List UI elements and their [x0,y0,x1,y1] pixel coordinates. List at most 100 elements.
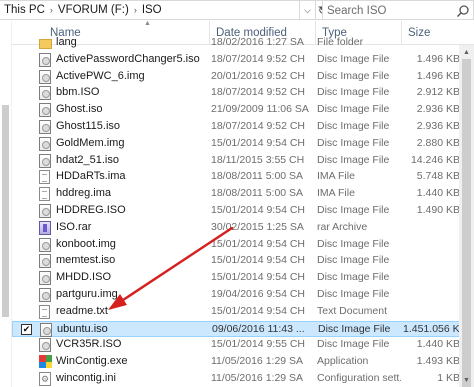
file-list: lang 18/02/2016 1:27 SA File folder ActiveP… [12,30,474,387]
file-size: 2.936 KB [416,103,460,116]
file-row[interactable]: ISO.rar 30/02/2015 1:25 SA rar Archive [12,220,474,236]
file-row[interactable]: readme.txt 15/01/2014 9:54 CH Text Documen… [12,304,474,320]
row-checkbox-checked[interactable]: ✔ [21,323,32,335]
file-type: rar Archive [317,220,368,233]
file-type: Configuration sett... [317,372,401,384]
file-list-scrollbar[interactable]: ▲ ▼ [459,45,474,387]
file-row[interactable]: bbm.ISO 18/07/2014 9:52 CH Disc Image File… [12,85,474,101]
file-size: 1.451.056 KB [403,322,467,335]
file-type: Disc Image File [317,120,390,132]
file-date-modified: 15/01/2014 9:54 CH [211,271,305,284]
disc-image-icon [39,69,51,84]
disc-image-icon [39,254,51,269]
sort-ascending-icon: ▲ [144,20,151,27]
file-row[interactable]: partguru.img 19/04/2016 9:54 CH Disc Image… [12,287,474,303]
disc-image-icon [39,86,51,101]
disc-image-icon [39,271,51,286]
file-size: 2.936 KB [416,120,460,132]
file-row[interactable]: WinContig.exe 11/05/2016 1:29 SA Applicati… [12,354,474,370]
file-row[interactable]: memtest.iso 15/01/2014 9:54 CH Disc Image … [12,253,474,269]
file-size: 2.880 KB [416,136,460,149]
file-size: 1.440 KB [416,338,460,351]
disc-image-icon [39,288,51,302]
file-row[interactable]: HDDREG.ISO 15/01/2014 9:54 CH Disc Image F… [12,203,474,219]
file-date-modified: 15/01/2014 9:54 CH [211,136,305,149]
file-type: Disc Image File [318,322,391,335]
disc-image-icon [39,338,51,353]
file-type: Disc Image File [317,136,390,149]
file-row[interactable]: MHDD.ISO 15/01/2014 9:54 CH Disc Image Fil… [12,270,474,286]
breadcrumb-iso[interactable]: ISO [142,4,162,16]
file-date-modified: 20/01/2016 9:52 CH [211,69,305,82]
file-size: 1.496 KB [416,69,460,82]
file-size: 1.493 KB [416,355,460,368]
file-row[interactable]: lang 18/02/2016 1:27 SA File folder [12,35,474,51]
file-date-modified: 30/02/2015 1:25 SA [211,220,304,233]
file-row[interactable]: konboot.img 15/01/2014 9:54 CH Disc Image … [12,237,474,253]
file-type: Disc Image File [317,254,390,267]
disc-image-icon [39,153,51,168]
file-row[interactable]: hddreg.ima 18/08/2011 5:00 SA IMA File 1.44… [12,186,474,202]
file-type: Disc Image File [317,86,390,99]
file-type: Disc Image File [317,204,390,216]
file-type: Disc Image File [317,52,390,65]
config-settings-icon [39,372,51,386]
file-date-modified: 11/05/2016 1:29 SA [211,355,304,368]
file-row[interactable]: ActivePasswordChanger5.iso 18/07/2014 9:5… [12,52,474,68]
disc-image-icon [39,120,51,134]
application-icon [39,355,52,369]
file-type: Text Document [317,304,388,317]
breadcrumb-this-pc[interactable]: This PC [4,4,45,16]
toolbar: This PC › VFORUM (F:) › ISO ⌵ ↻ [0,0,474,20]
file-size: 1.496 KB [416,52,460,65]
rar-archive-icon [39,220,51,235]
text-document-icon [39,304,51,319]
file-type: File folder [317,36,364,48]
file-date-modified: 18/08/2011 5:00 SA [211,170,304,183]
file-type: IMA File [317,170,355,183]
file-row[interactable]: VCR35R.ISO 15/01/2014 9:55 CH Disc Image F… [12,337,474,353]
search-input[interactable] [327,3,447,18]
file-date-modified: 18/02/2016 1:27 SA [211,36,304,48]
search-box[interactable] [322,0,474,20]
file-type: IMA File [317,187,355,200]
scroll-up-arrow-icon[interactable]: ▲ [459,45,474,59]
file-type: Disc Image File [317,288,390,300]
file-type: Disc Image File [317,338,390,351]
file-type: Disc Image File [317,69,390,82]
chevron-right-icon[interactable]: › [134,5,137,15]
file-date-modified: 15/01/2014 9:54 CH [211,254,305,267]
file-row[interactable]: HDDaRTs.ima 18/08/2011 5:00 SA IMA File 5.7… [12,169,474,185]
file-row[interactable]: ActivePWC_6.img 20/01/2016 9:52 CH Disc Im… [12,69,474,85]
file-date-modified: 19/04/2016 9:54 CH [211,288,305,300]
search-icon[interactable] [456,4,470,18]
file-date-modified: 15/01/2014 9:54 CH [211,204,305,216]
file-type: Disc Image File [317,153,390,166]
file-date-modified: 15/01/2014 9:54 CH [211,304,305,317]
scroll-down-arrow-icon[interactable]: ▼ [459,373,474,387]
address-bar[interactable]: This PC › VFORUM (F:) › ISO [0,0,300,20]
file-row[interactable]: ✔ ubuntu.iso 09/06/2016 11:43 ... Disc Imag… [12,320,474,337]
file-date-modified: 18/08/2011 5:00 SA [211,187,304,200]
file-date-modified: 11/05/2016 1:29 SA [211,372,304,384]
navigation-pane-scrollbar[interactable] [2,105,9,317]
file-row[interactable]: GoldMem.img 15/01/2014 9:54 CH Disc Image … [12,136,474,152]
file-row[interactable]: wincontig.ini11/05/2016 1:29 SAConfigura… [12,371,474,387]
file-date-modified: 18/07/2014 9:52 CH [211,120,305,132]
chevron-right-icon[interactable]: › [50,5,53,15]
file-date-modified: 18/07/2014 9:52 CH [211,52,305,65]
file-size: 1.490 KB [416,204,460,216]
disc-image-icon [40,322,52,337]
scrollbar-thumb[interactable] [462,59,471,387]
file-date-modified: 21/09/2009 11:06 SA [211,103,309,116]
file-size: 14.246 KB [410,153,460,166]
file-row[interactable]: hdat2_51.iso 18/11/2015 3:55 CH Disc Image… [12,153,474,169]
file-date-modified: 09/06/2016 11:43 ... [212,322,305,335]
breadcrumb-drive[interactable]: VFORUM (F:) [58,4,129,16]
file-size: 2.912 KB [416,86,460,99]
address-dropdown-chevron-icon[interactable]: ⌵ [300,0,316,20]
file-row[interactable]: Ghost.iso 21/09/2009 11:06 SA Disc Image F… [12,102,474,118]
disc-image-icon [39,103,51,118]
file-row[interactable]: Ghost115.iso 18/07/2014 9:52 CH Disc Image… [12,119,474,135]
file-size: 5.748 KB [416,170,460,183]
